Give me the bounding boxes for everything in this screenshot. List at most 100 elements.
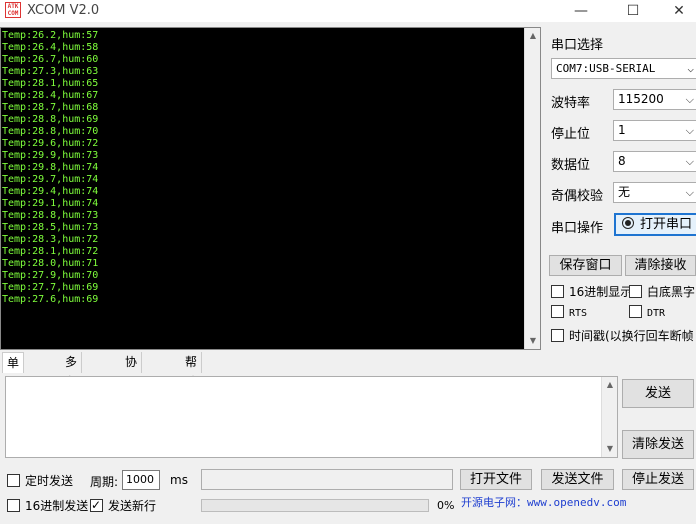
baud-select[interactable]: 115200 ⌵ <box>613 89 696 110</box>
terminal-line: Temp:28.4,hum:67 <box>2 90 99 101</box>
hex-send-checkbox[interactable] <box>7 499 20 512</box>
tab-single-send[interactable]: 单条发送 <box>2 352 25 430</box>
send-scrollbar[interactable]: ▲ ▼ <box>601 377 617 457</box>
open-port-label: 打开串口 <box>640 217 693 232</box>
terminal-scrollbar[interactable]: ▲ ▼ <box>524 28 540 349</box>
tab-multi-send[interactable]: 多条发送 <box>61 352 83 429</box>
baud-select-value: 115200 <box>618 92 664 106</box>
chevron-down-icon: ⌵ <box>685 155 694 168</box>
stopbits-label: 停止位 <box>551 127 591 142</box>
terminal-line: Temp:28.1,hum:65 <box>2 78 99 89</box>
terminal-line: Temp:29.8,hum:74 <box>2 162 99 173</box>
terminal-line: Temp:27.6,hum:69 <box>2 294 99 305</box>
dtr-checkbox[interactable] <box>629 305 642 318</box>
chevron-down-icon: ⌵ <box>685 186 694 199</box>
terminal-line: Temp:28.5,hum:73 <box>2 222 99 233</box>
timed-send-checkbox[interactable] <box>7 474 20 487</box>
terminal-line: Temp:26.7,hum:60 <box>2 54 99 65</box>
terminal-line: Temp:28.8,hum:70 <box>2 126 99 137</box>
period-unit: ms <box>170 473 188 487</box>
rts-label: RTS <box>569 308 588 319</box>
baud-label: 波特率 <box>551 96 591 111</box>
parity-select[interactable]: 无 ⌵ <box>613 182 696 203</box>
save-window-button[interactable]: 保存窗口 <box>549 255 622 276</box>
white-bg-option[interactable]: 白底黑字 <box>629 283 695 300</box>
stopbits-select[interactable]: 1 ⌵ <box>613 120 696 141</box>
send-progress-bar <box>201 499 429 512</box>
website-link[interactable]: 开源电子网：www.openedv.com <box>461 494 626 510</box>
hex-display-checkbox[interactable] <box>551 285 564 298</box>
receive-terminal[interactable]: Temp:26.2,hum:57 Temp:26.4,hum:58 Temp:26.… <box>0 27 541 350</box>
databits-select[interactable]: 8 ⌵ <box>613 151 696 172</box>
timestamp-option[interactable]: 时间戳(以换行回车断帧 <box>551 327 696 344</box>
dtr-option[interactable]: DTR <box>629 305 665 319</box>
terminal-line: Temp:29.6,hum:72 <box>2 138 99 149</box>
dtr-label: DTR <box>647 308 666 319</box>
stop-send-button[interactable]: 停止发送 <box>622 469 694 490</box>
terminal-line: Temp:28.8,hum:73 <box>2 210 99 221</box>
terminal-line: Temp:28.7,hum:68 <box>2 102 99 113</box>
app-logo-icon: ATK COM <box>5 2 21 18</box>
terminal-line: Temp:28.0,hum:71 <box>2 258 99 269</box>
tab-protocol[interactable]: 协议传输 <box>121 352 143 429</box>
terminal-line: Temp:29.4,hum:74 <box>2 186 99 197</box>
send-input[interactable]: ▲ ▼ <box>5 376 618 458</box>
send-newline-label: 发送新行 <box>108 499 157 513</box>
terminal-line: Temp:29.1,hum:74 <box>2 198 99 209</box>
port-select-value: COM7:USB-SERIAL <box>556 62 656 75</box>
send-newline-option[interactable]: 发送新行 <box>90 497 156 514</box>
file-path-field[interactable] <box>201 469 453 490</box>
scroll-up-icon[interactable]: ▲ <box>525 28 541 44</box>
port-select[interactable]: COM7:USB-SERIAL ⌵ <box>551 58 696 79</box>
terminal-line: Temp:27.9,hum:70 <box>2 270 99 281</box>
parity-label: 奇偶校验 <box>551 189 604 204</box>
title-bar: ATK COM XCOM V2.0 — ☐ ✕ <box>0 0 696 22</box>
parity-select-value: 无 <box>618 185 631 199</box>
hex-send-option[interactable]: 16进制发送 <box>7 497 88 514</box>
clear-send-button[interactable]: 清除发送 <box>622 430 694 459</box>
timed-send-option[interactable]: 定时发送 <box>7 472 73 489</box>
scroll-down-icon[interactable]: ▼ <box>602 441 618 457</box>
chevron-down-icon: ⌵ <box>685 124 694 137</box>
progress-text: 0% <box>437 499 455 512</box>
hex-display-label: 16进制显示 <box>569 285 633 299</box>
rts-option[interactable]: RTS <box>551 305 587 319</box>
terminal-line: Temp:26.4,hum:58 <box>2 42 99 53</box>
terminal-line: Temp:28.3,hum:72 <box>2 234 99 245</box>
period-input[interactable]: 1000 <box>122 470 160 490</box>
terminal-output: Temp:26.2,hum:57 Temp:26.4,hum:58 Temp:26.… <box>2 30 98 306</box>
minimize-button[interactable]: — <box>558 0 604 22</box>
timestamp-checkbox[interactable] <box>551 329 564 342</box>
open-port-button[interactable]: 打开串口 <box>614 213 696 236</box>
port-status-icon <box>622 217 634 229</box>
tab-help[interactable]: 帮助 <box>181 352 203 389</box>
scroll-up-icon[interactable]: ▲ <box>602 377 618 393</box>
port-select-label: 串口选择 <box>551 38 604 53</box>
databits-label: 数据位 <box>551 158 591 173</box>
send-file-button[interactable]: 发送文件 <box>541 469 614 490</box>
hex-display-option[interactable]: 16进制显示 <box>551 283 632 300</box>
terminal-line: Temp:29.9,hum:73 <box>2 150 99 161</box>
white-bg-label: 白底黑字 <box>647 285 696 299</box>
timed-send-label: 定时发送 <box>25 474 74 488</box>
terminal-line: Temp:28.8,hum:69 <box>2 114 99 125</box>
stopbits-select-value: 1 <box>618 123 626 137</box>
chevron-down-icon: ⌵ <box>685 93 694 106</box>
close-button[interactable]: ✕ <box>656 0 696 22</box>
rts-checkbox[interactable] <box>551 305 564 318</box>
maximize-button[interactable]: ☐ <box>610 0 656 22</box>
clear-receive-button[interactable]: 清除接收 <box>625 255 696 276</box>
terminal-line: Temp:28.1,hum:72 <box>2 246 99 257</box>
hex-send-label: 16进制发送 <box>25 499 89 513</box>
terminal-line: Temp:26.2,hum:57 <box>2 30 99 41</box>
terminal-line: Temp:27.3,hum:63 <box>2 66 99 77</box>
terminal-line: Temp:29.7,hum:74 <box>2 174 99 185</box>
scroll-down-icon[interactable]: ▼ <box>525 333 541 349</box>
open-file-button[interactable]: 打开文件 <box>460 469 532 490</box>
timestamp-label: 时间戳(以换行回车断帧 <box>569 329 694 343</box>
chevron-down-icon: ⌵ <box>687 62 694 75</box>
period-label: 周期: <box>90 475 119 489</box>
send-button[interactable]: 发送 <box>622 379 694 408</box>
white-bg-checkbox[interactable] <box>629 285 642 298</box>
send-newline-checkbox[interactable] <box>90 498 103 512</box>
